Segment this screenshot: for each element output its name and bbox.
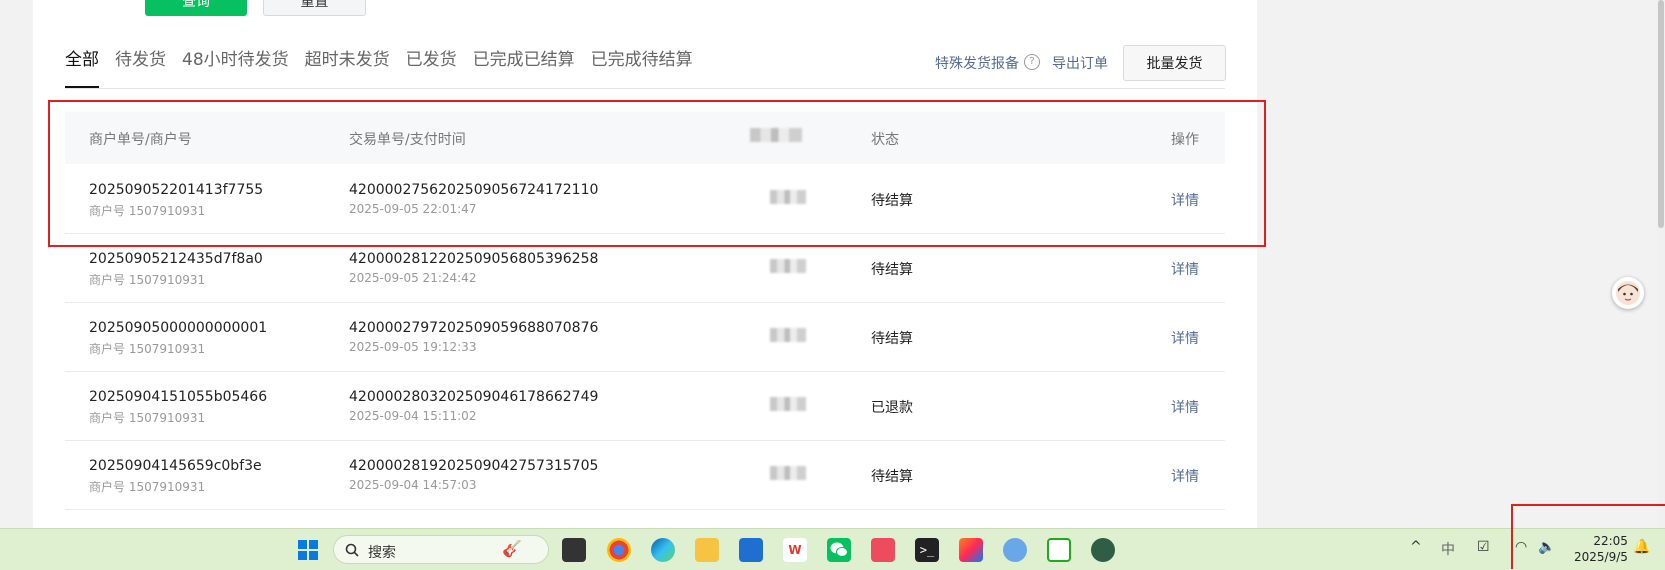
chevron-up-icon[interactable]: ^	[1410, 539, 1422, 555]
trade-number: 4200002803202509046178662749	[349, 389, 599, 405]
terminal-icon[interactable]: >_	[915, 538, 939, 562]
ime-indicator[interactable]: 中	[1441, 539, 1455, 559]
highlight-box-clock	[1511, 504, 1665, 569]
windows-start-icon[interactable]	[296, 538, 320, 562]
tab-pending-ship[interactable]: 待发货	[115, 45, 166, 89]
pay-time: 2025-09-04 14:57:03	[349, 478, 477, 492]
table-row: 20250905000000000001 商户号 1507910931 4200…	[65, 302, 1225, 372]
order-tabs: 全部 待发货 48小时待发货 超时未发货 已发货 已完成已结算 已完成待结算	[65, 45, 709, 89]
trade-number: 4200002812202509056805396258	[349, 251, 599, 267]
store-icon[interactable]	[739, 538, 763, 562]
order-status: 待结算	[871, 262, 913, 278]
wps-icon[interactable]: W	[783, 538, 807, 562]
avatar-face-icon	[1616, 281, 1640, 305]
merchant-number: 商户号 1507910931	[89, 342, 206, 356]
search-icon	[345, 543, 359, 557]
tab-done-unsettled[interactable]: 已完成待结算	[591, 45, 693, 89]
order-number: 20250905000000000001	[89, 320, 268, 336]
chat-bubble-icon[interactable]	[1047, 538, 1071, 562]
detail-link[interactable]: 详情	[1171, 466, 1199, 486]
merchant-number: 商户号 1507910931	[89, 480, 206, 494]
tab-done-settled[interactable]: 已完成已结算	[473, 45, 575, 89]
blurred-amount	[770, 259, 806, 273]
search-highlight-icon: 🎸	[502, 539, 522, 558]
table-row: 20250904151055b05466 商户号 1507910931 4200…	[65, 371, 1225, 441]
query-button[interactable]: 查询	[145, 0, 247, 16]
toolbar-links: 特殊发货报备 ? 导出订单	[935, 45, 1108, 89]
wechat-icon[interactable]	[827, 538, 851, 562]
file-explorer-icon[interactable]	[695, 538, 719, 562]
app-icon-pink[interactable]	[871, 538, 895, 562]
detail-link[interactable]: 详情	[1171, 397, 1199, 417]
pay-time: 2025-09-05 19:12:33	[349, 340, 477, 354]
search-placeholder: 搜索	[368, 545, 396, 561]
app-icon-globe[interactable]	[1003, 538, 1027, 562]
order-number: 20250905212435d7f8a0	[89, 251, 263, 267]
detail-link[interactable]: 详情	[1171, 328, 1199, 348]
blurred-amount	[770, 466, 806, 480]
chrome-icon[interactable]	[607, 538, 631, 562]
app-icon-green[interactable]	[1091, 538, 1115, 562]
order-number: 20250904145659c0bf3e	[89, 458, 262, 474]
tab-48h-pending[interactable]: 48小时待发货	[182, 45, 289, 89]
blurred-amount	[770, 397, 806, 411]
blurred-amount	[770, 328, 806, 342]
assistant-avatar[interactable]	[1612, 277, 1644, 309]
pay-time: 2025-09-04 15:11:02	[349, 409, 477, 423]
tab-shipped[interactable]: 已发货	[406, 45, 457, 89]
reset-button[interactable]: 重置	[263, 0, 366, 16]
pen-check-icon[interactable]: ☑	[1477, 539, 1490, 555]
scroll-thumb[interactable]	[1658, 0, 1664, 228]
export-orders-link[interactable]: 导出订单	[1052, 53, 1108, 73]
trade-number: 4200002819202509042757315705	[349, 458, 599, 474]
pay-time: 2025-09-05 21:24:42	[349, 271, 477, 285]
edge-icon[interactable]	[651, 538, 675, 562]
special-shipping-link[interactable]: 特殊发货报备	[935, 53, 1019, 73]
jetbrains-icon[interactable]	[959, 538, 983, 562]
help-icon[interactable]: ?	[1024, 54, 1040, 70]
merchant-number: 商户号 1507910931	[89, 273, 206, 287]
batch-ship-button[interactable]: 批量发货	[1123, 45, 1226, 81]
order-status: 待结算	[871, 331, 913, 347]
task-view-icon[interactable]	[562, 538, 586, 562]
windows-taskbar: 搜索 🎸 W >_ ^ 中 ☑ ◠ 🔈 22:05 2025/9/5 🔔	[0, 528, 1665, 570]
table-row: 20250904145659c0bf3e 商户号 1507910931 4200…	[65, 440, 1225, 510]
trade-number: 4200002797202509059688070876	[349, 320, 599, 336]
tab-all[interactable]: 全部	[65, 45, 99, 89]
tab-overdue[interactable]: 超时未发货	[305, 45, 390, 89]
taskbar-search[interactable]: 搜索 🎸	[333, 535, 549, 564]
order-status: 已退款	[871, 400, 913, 416]
order-number: 20250904151055b05466	[89, 389, 268, 405]
merchant-number: 商户号 1507910931	[89, 411, 206, 425]
order-status: 待结算	[871, 469, 913, 485]
detail-link[interactable]: 详情	[1171, 259, 1199, 279]
page-scrollbar[interactable]	[1657, 0, 1665, 528]
highlight-box-first-row	[48, 100, 1266, 247]
